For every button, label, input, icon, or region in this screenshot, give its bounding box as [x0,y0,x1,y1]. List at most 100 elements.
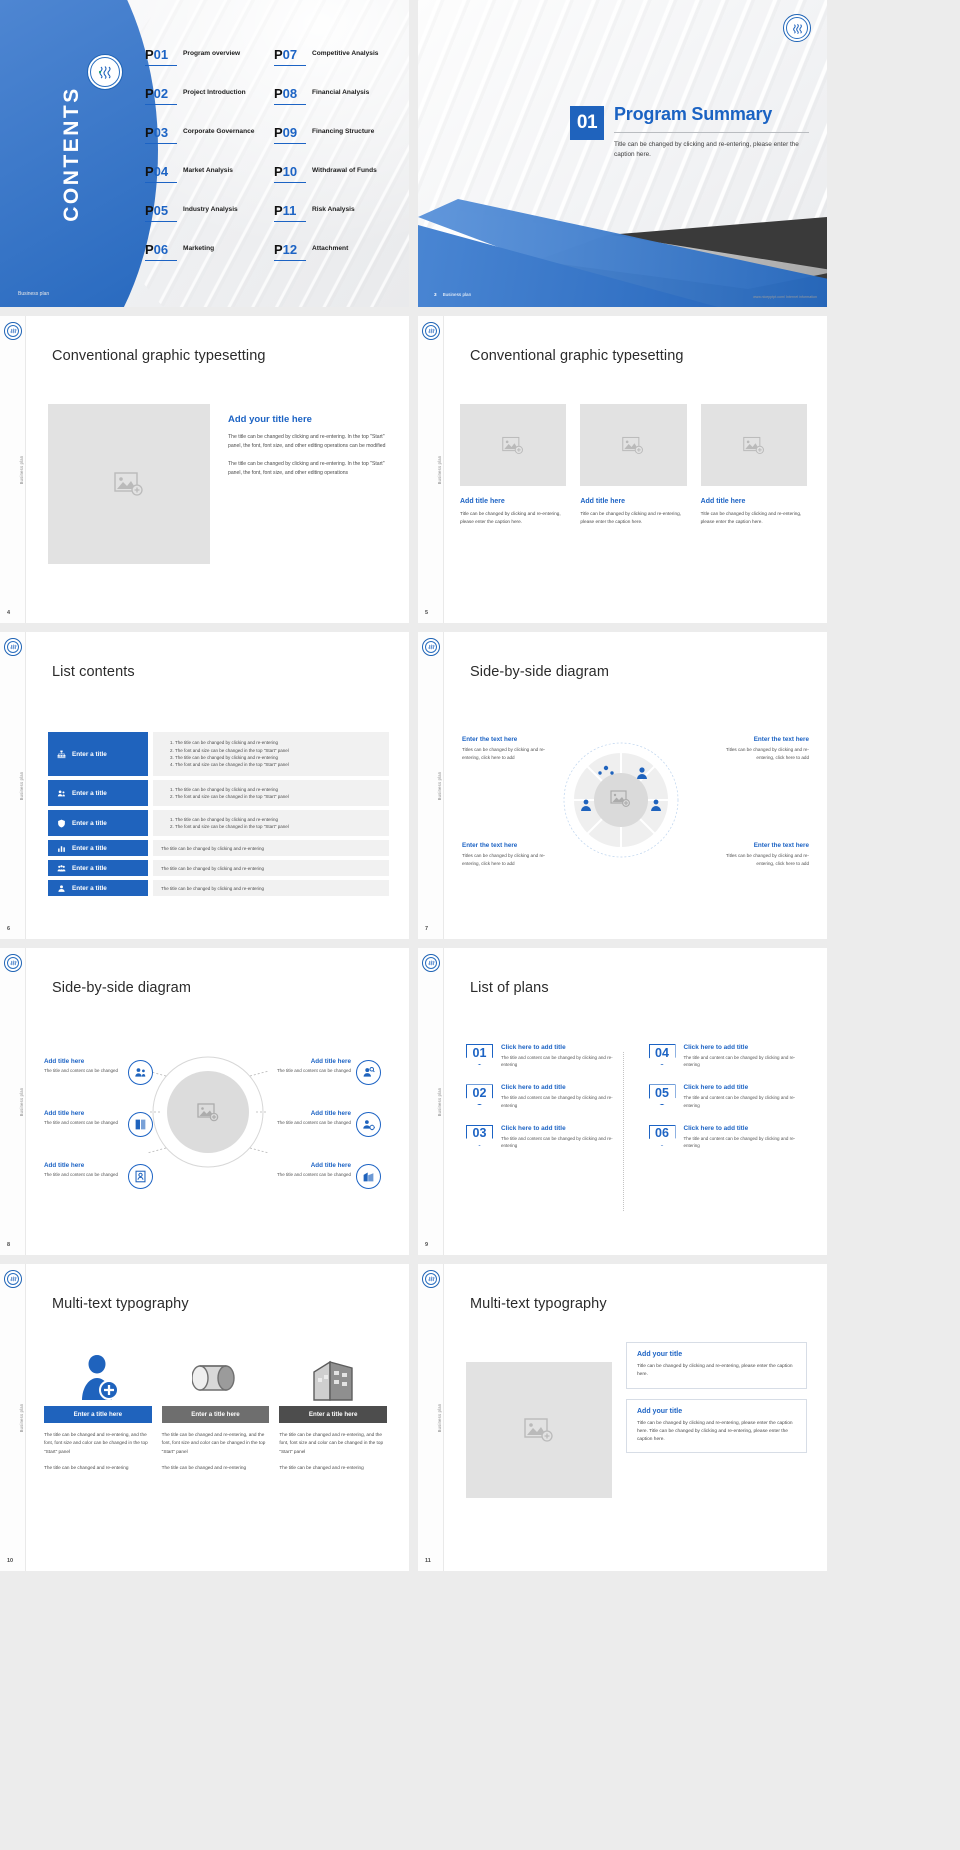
column-illustration [162,1342,270,1402]
list-item-tile[interactable]: Enter a title [48,780,148,806]
plan-text: The title and content can be changed by … [501,1094,623,1108]
column-item[interactable]: Enter a title here The title can be chan… [162,1342,270,1473]
plan-item[interactable]: 05 Click here to add title The title and… [649,1084,806,1108]
user-search-icon[interactable] [356,1060,381,1085]
image-placeholder[interactable] [48,404,210,564]
section-number: 01 [570,106,604,140]
callout-block[interactable]: Enter the text here Titles can be change… [462,736,554,762]
column-title-bar[interactable]: Enter a title here [44,1406,152,1423]
toc-number: P10 [274,165,306,183]
callout-block[interactable]: Add title here The title and content can… [44,1162,126,1179]
image-placeholder[interactable] [460,404,566,486]
toc-item[interactable]: P08 Financial Analysis [274,87,403,126]
list-item[interactable]: Enter a title The title can be changed b… [48,860,389,876]
toc-item[interactable]: P07 Competitive Analysis [274,48,403,87]
toc-item[interactable]: P03 Corporate Governance [145,126,274,165]
book-icon[interactable] [128,1112,153,1137]
slide-conventional-typesetting-1[interactable]: Business plan 4 Conventional graphic typ… [0,316,409,623]
settings-user-icon[interactable] [356,1112,381,1137]
list-item-text: The title can be changed by clicking and… [161,886,381,891]
plan-heading: Click here to add title [501,1044,623,1051]
toc-item[interactable]: P12 Attachment [274,243,403,282]
list-item-tile[interactable]: Enter a title [48,810,148,836]
id-card-icon[interactable] [128,1164,153,1189]
slide-program-summary[interactable]: 01 Program Summary Title can be changed … [418,0,827,307]
slide-list-of-plans[interactable]: Business plan 9 List of plans 01 Click h… [418,948,827,1255]
plan-item[interactable]: 06 Click here to add title The title and… [649,1125,806,1149]
column-title-bar[interactable]: Enter a title here [279,1406,387,1423]
column-title-bar[interactable]: Enter a title here [162,1406,270,1423]
rail-label: Business plan [437,771,442,800]
slide-list-contents[interactable]: Business plan 6 List contents Enter a ti… [0,632,409,939]
slide-contents[interactable]: CONTENTS P01 Program overview [0,0,409,307]
image-placeholder[interactable] [466,1362,612,1498]
callout-block[interactable]: Enter the text here Titles can be change… [462,842,554,868]
page-number: 10 [7,1558,13,1564]
bullet: The title can be changed by clicking and… [175,754,381,761]
toc-item[interactable]: P10 Withdrawal of Funds [274,165,403,204]
plan-item[interactable]: 02 Click here to add title The title and… [466,1084,623,1108]
toc-number: P12 [274,243,306,261]
slide-side-by-side-circle[interactable]: Business plan 8 Side-by-side diagram [0,948,409,1255]
page-number: 3 [434,292,437,297]
callout-block[interactable]: Add title here The title and content can… [269,1110,351,1127]
image-placeholder[interactable] [580,404,686,486]
callout-block[interactable]: Add title here The title and content can… [269,1058,351,1075]
list-item[interactable]: Enter a title The title can be changed b… [48,732,389,776]
column-illustration [279,1342,387,1402]
list-item-text: The title can be changed by clicking and… [161,866,381,871]
column-item[interactable]: Enter a title here The title can be chan… [44,1342,152,1473]
toc-item[interactable]: P09 Financing Structure [274,126,403,165]
list-item-title: Enter a title [72,820,107,827]
rail-logo-icon [4,1270,22,1288]
slide-conventional-typesetting-2[interactable]: Business plan 5 Conventional graphic typ… [418,316,827,623]
plan-heading: Click here to add title [501,1084,623,1091]
column-item[interactable]: Add title here Title can be changed by c… [580,404,686,526]
callout-block[interactable]: Add title here The title and content can… [44,1110,126,1127]
page-number: 11 [425,1558,431,1564]
building-icon[interactable] [356,1164,381,1189]
list-item-tile[interactable]: Enter a title [48,840,148,856]
list-item-tile[interactable]: Enter a title [48,732,148,776]
column-item[interactable]: Add title here Title can be changed by c… [460,404,566,526]
toc-item[interactable]: P06 Marketing [145,243,274,282]
callout-text: The title and content can be changed [44,1067,126,1075]
list-item-tile[interactable]: Enter a title [48,860,148,876]
bullet-list: The title can be changed by clicking and… [161,786,381,801]
slide-multi-text-1[interactable]: Business plan 10 Multi-text typography E… [0,1264,409,1571]
callout-block[interactable]: Enter the text here Titles can be change… [717,842,809,868]
rail-label: Business plan [19,1087,24,1116]
plan-item[interactable]: 01 Click here to add title The title and… [466,1044,623,1068]
toc-item[interactable]: P11 Risk Analysis [274,204,403,243]
toc-item[interactable]: P01 Program overview [145,48,274,87]
list-item[interactable]: Enter a title The title can be changed b… [48,780,389,806]
toc-item[interactable]: P05 Industry Analysis [145,204,274,243]
callout-block[interactable]: Enter the text here Titles can be change… [717,736,809,762]
callout-heading: Enter the text here [717,842,809,849]
slide-footer: Business plan [18,291,49,297]
callout-block[interactable]: Add title here The title and content can… [44,1058,126,1075]
slide-row-3: Business plan 6 List contents Enter a ti… [0,632,960,948]
plan-text: The title and content can be changed by … [501,1135,623,1149]
list-item-tile[interactable]: Enter a title [48,880,148,896]
callout-block[interactable]: Add title here The title and content can… [269,1162,351,1179]
text-card[interactable]: Add your title Title can be changed by c… [626,1342,807,1389]
column-heading: Add title here [580,498,686,505]
slide-multi-text-2[interactable]: Business plan 11 Multi-text typography A… [418,1264,827,1571]
text-card[interactable]: Add your title Title can be changed by c… [626,1399,807,1454]
people-icon [57,789,66,798]
plan-item[interactable]: 04 Click here to add title The title and… [649,1044,806,1068]
slide-side-by-side-donut[interactable]: Business plan 7 Side-by-side diagram [418,632,827,939]
toc-item[interactable]: P04 Market Analysis [145,165,274,204]
people-pair-icon[interactable] [128,1060,153,1085]
column-item[interactable]: Enter a title here The title can be chan… [279,1342,387,1473]
list-item[interactable]: Enter a title The title can be changed b… [48,880,389,896]
list-item[interactable]: Enter a title The title can be changed b… [48,840,389,856]
list-item[interactable]: Enter a title The title can be changed b… [48,810,389,836]
page-title: Conventional graphic typesetting [52,348,266,364]
toc-item[interactable]: P02 Project Introduction [145,87,274,126]
image-placeholder[interactable] [701,404,807,486]
slide-footer: 3 Business plan [434,292,471,297]
column-item[interactable]: Add title here Title can be changed by c… [701,404,807,526]
plan-item[interactable]: 03 Click here to add title The title and… [466,1125,623,1149]
